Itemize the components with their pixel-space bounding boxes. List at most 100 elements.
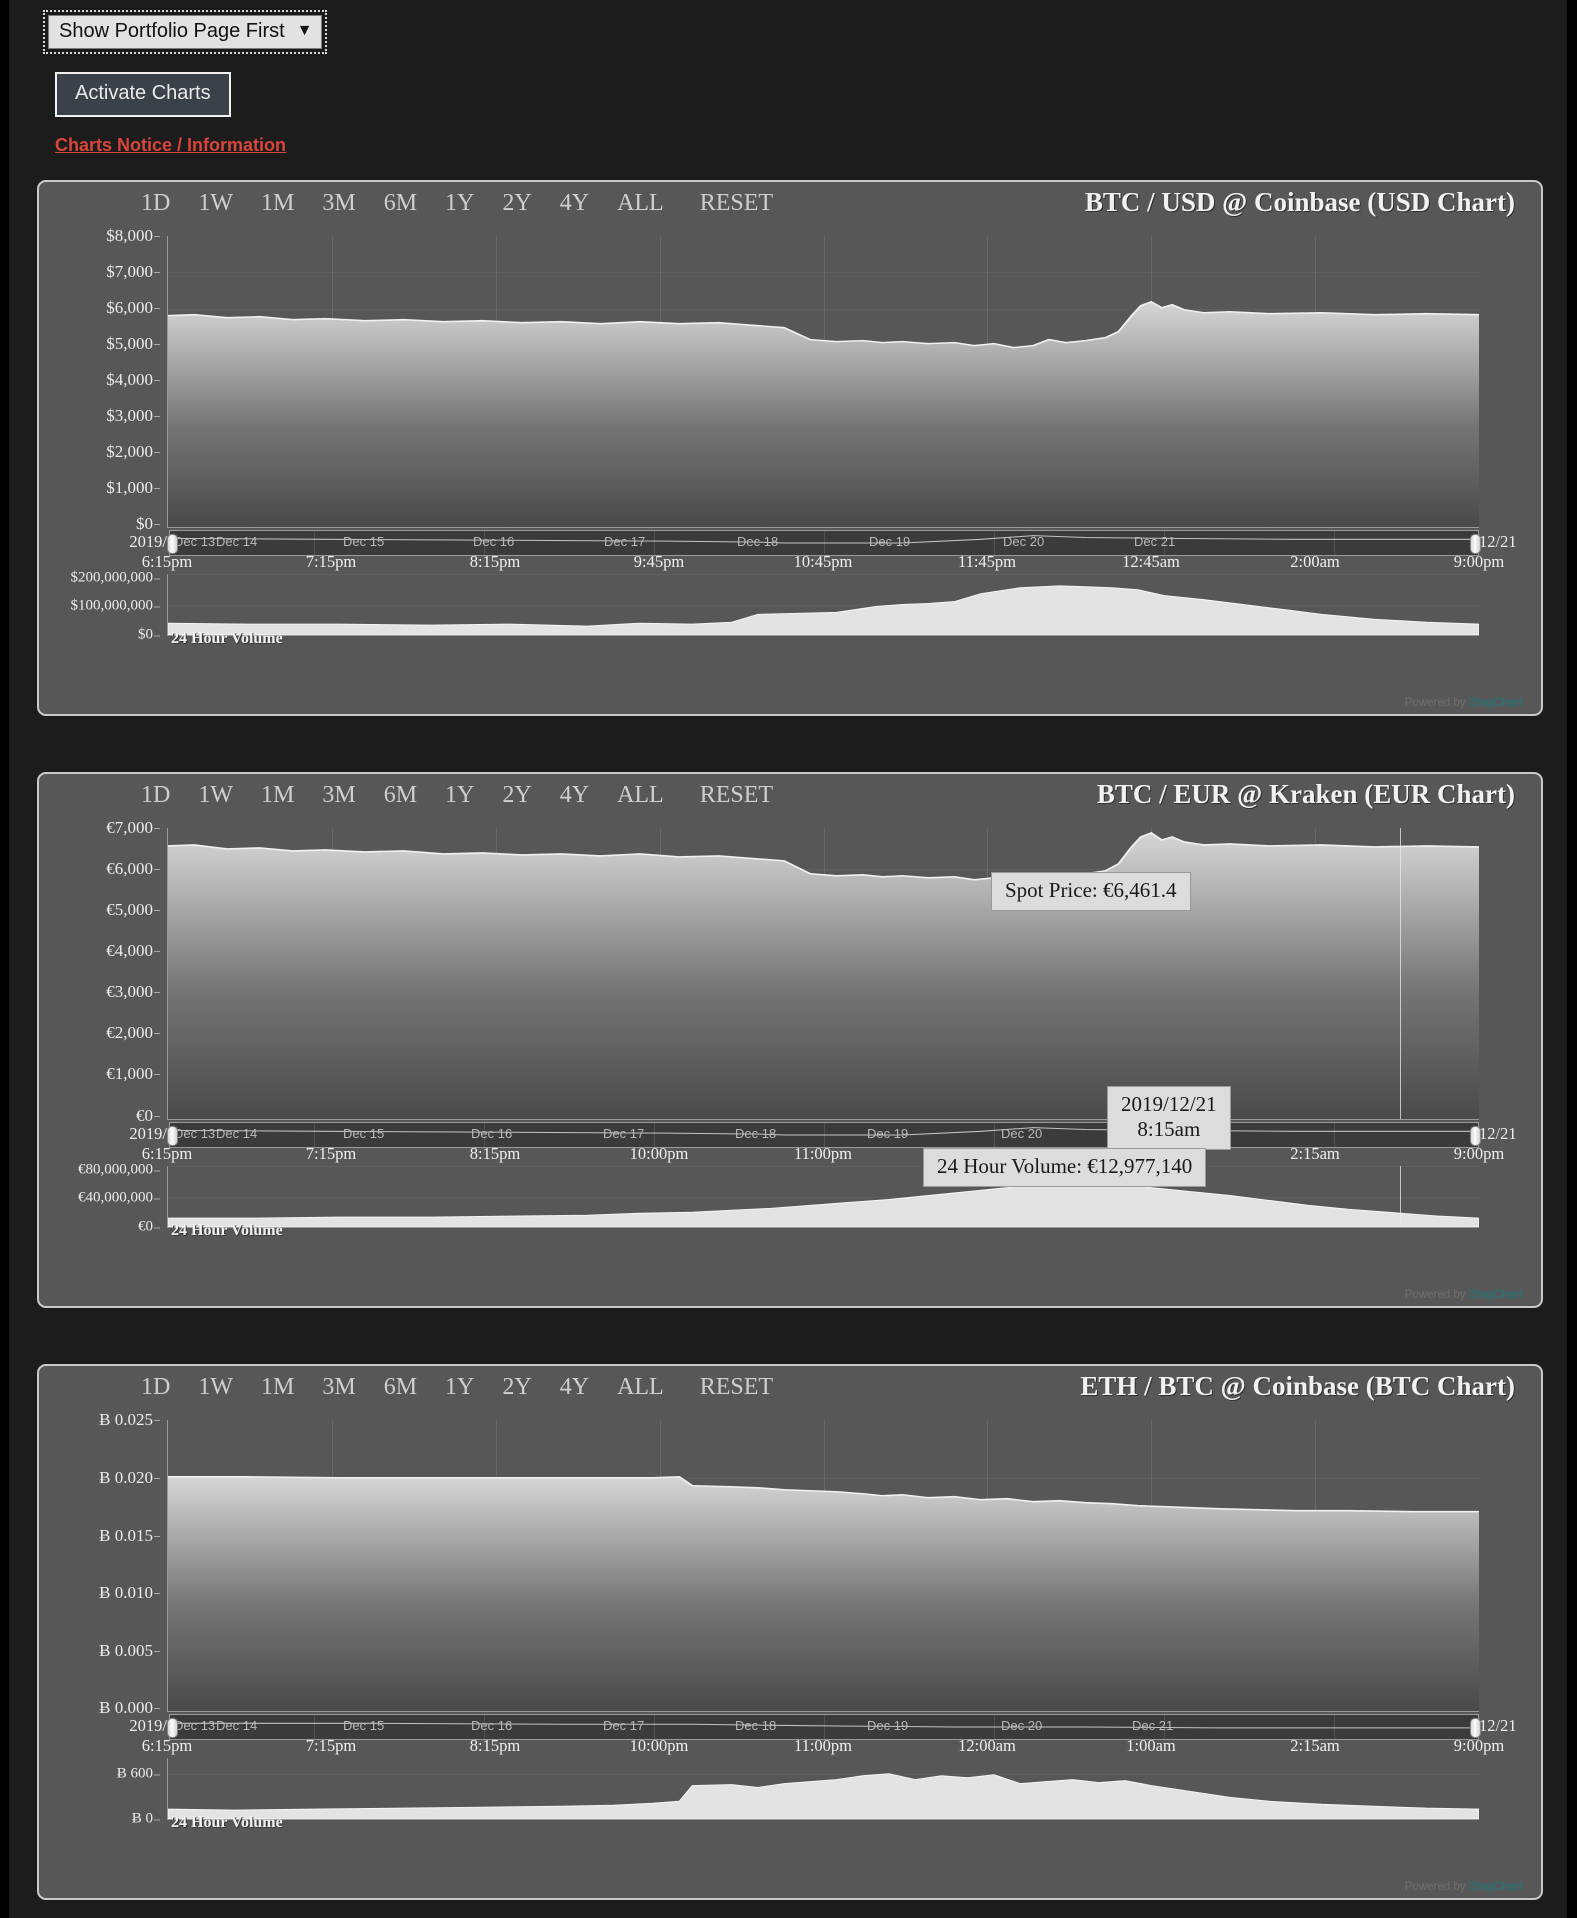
preview-handle-left[interactable] bbox=[167, 1718, 178, 1738]
top-toolbar: Show Portfolio Page First ▼ Activate Cha… bbox=[9, 0, 1567, 156]
range-button-6m[interactable]: 6M bbox=[370, 780, 431, 811]
range-button-reset[interactable]: RESET bbox=[678, 780, 787, 811]
volume-y-tick: €40,000,000 bbox=[78, 1189, 160, 1206]
y-tick: €0 bbox=[136, 1106, 160, 1125]
volume-y-tick: Ƀ 600 bbox=[116, 1765, 161, 1782]
preview-tick: Dec 18 bbox=[737, 534, 779, 549]
preview-handle-right[interactable] bbox=[1470, 1126, 1481, 1146]
preview-tick: Dec 13 bbox=[174, 1126, 216, 1141]
zingchart-credit[interactable]: Powered by ZingChart bbox=[1405, 697, 1523, 709]
activate-charts-button[interactable]: Activate Charts bbox=[55, 72, 231, 117]
credit-prefix: Powered by bbox=[1404, 1289, 1469, 1301]
preview-scrollbar-btc-usd[interactable]: Dec 13 Dec 14 Dec 15 Dec 16 Dec 17 Dec 1… bbox=[167, 530, 1481, 556]
credit-prefix: Powered by bbox=[1404, 1881, 1469, 1893]
portfolio-select-value: Show Portfolio Page First bbox=[59, 20, 285, 42]
preview-handle-left[interactable] bbox=[167, 1126, 178, 1146]
preview-tick: Dec 19 bbox=[869, 534, 911, 549]
range-button-1y[interactable]: 1Y bbox=[431, 188, 488, 219]
range-button-reset[interactable]: RESET bbox=[678, 188, 787, 219]
range-button-2y[interactable]: 2Y bbox=[488, 188, 545, 219]
range-button-4y[interactable]: 4Y bbox=[546, 780, 603, 811]
range-button-1d[interactable]: 1D bbox=[127, 780, 184, 811]
y-axis-eth-btc: Ƀ 0.025 Ƀ 0.020 Ƀ 0.015 Ƀ 0.010 Ƀ 0.005 … bbox=[39, 1410, 161, 1717]
range-button-1m[interactable]: 1M bbox=[247, 188, 308, 219]
y-tick: $5,000 bbox=[106, 334, 160, 353]
y-tick: $2,000 bbox=[106, 442, 160, 461]
preview-scrollbar-eth-btc[interactable]: Dec 13 Dec 14 Dec 15 Dec 16 Dec 17 Dec 1… bbox=[167, 1714, 1481, 1740]
range-button-all[interactable]: ALL bbox=[603, 1372, 678, 1403]
volume-y-axis-btc-usd: $200,000,000 $100,000,000 $0 bbox=[39, 564, 161, 654]
volume-area-btc-eur[interactable] bbox=[167, 1166, 1479, 1228]
range-button-1m[interactable]: 1M bbox=[247, 1372, 308, 1403]
y-axis-btc-usd: $8,000 $7,000 $6,000 $5,000 $4,000 $3,00… bbox=[39, 226, 161, 533]
volume-area-eth-btc[interactable] bbox=[167, 1758, 1479, 1820]
range-button-1w[interactable]: 1W bbox=[184, 188, 247, 219]
volume-pane-eth-btc: Ƀ 600 Ƀ 0 24 Hour Volume bbox=[39, 1748, 1541, 1838]
range-buttons-btc-usd: 1D 1W 1M 3M 6M 1Y 2Y 4Y ALL RESET bbox=[127, 188, 787, 219]
preview-tick: Dec 20 bbox=[1001, 1126, 1043, 1141]
range-button-1m[interactable]: 1M bbox=[247, 780, 308, 811]
range-button-3m[interactable]: 3M bbox=[308, 780, 369, 811]
plot-area-eth-btc[interactable] bbox=[167, 1420, 1479, 1712]
zingchart-credit[interactable]: Powered by ZingChart bbox=[1405, 1881, 1523, 1893]
credit-brand: ZingChart bbox=[1468, 1881, 1523, 1893]
preview-handle-right[interactable] bbox=[1470, 1718, 1481, 1738]
volume-y-tick: $0 bbox=[138, 626, 160, 643]
preview-tick: Dec 18 bbox=[735, 1126, 777, 1141]
range-button-all[interactable]: ALL bbox=[603, 780, 678, 811]
crosshair-line bbox=[1400, 1166, 1402, 1227]
range-button-1d[interactable]: 1D bbox=[127, 1372, 184, 1403]
y-tick: €2,000 bbox=[106, 1023, 160, 1042]
range-button-4y[interactable]: 4Y bbox=[546, 188, 603, 219]
preview-tick: Dec 17 bbox=[603, 1718, 645, 1733]
preview-tick: Dec 20 bbox=[1003, 534, 1045, 549]
range-button-1w[interactable]: 1W bbox=[184, 780, 247, 811]
range-buttons-eth-btc: 1D 1W 1M 3M 6M 1Y 2Y 4Y ALL RESET bbox=[127, 1372, 787, 1403]
range-button-3m[interactable]: 3M bbox=[308, 1372, 369, 1403]
range-button-2y[interactable]: 2Y bbox=[488, 780, 545, 811]
range-button-1w[interactable]: 1W bbox=[184, 1372, 247, 1403]
volume-area-btc-usd[interactable] bbox=[167, 574, 1479, 636]
preview-tick: Dec 16 bbox=[471, 1126, 513, 1141]
y-tick: $4,000 bbox=[106, 370, 160, 389]
preview-tick: Dec 17 bbox=[603, 1126, 645, 1141]
tooltip-date: 2019/12/21 bbox=[1121, 1092, 1217, 1116]
range-button-1y[interactable]: 1Y bbox=[431, 780, 488, 811]
preview-tick: Dec 19 bbox=[867, 1126, 909, 1141]
range-button-6m[interactable]: 6M bbox=[370, 1372, 431, 1403]
y-tick: Ƀ 0.025 bbox=[99, 1410, 160, 1429]
charts-notice-link[interactable]: Charts Notice / Information bbox=[55, 135, 286, 156]
range-button-1y[interactable]: 1Y bbox=[431, 1372, 488, 1403]
volume-series-btc-eur bbox=[168, 1181, 1479, 1227]
volume-y-axis-eth-btc: Ƀ 600 Ƀ 0 bbox=[39, 1748, 161, 1838]
volume-series-eth-btc bbox=[168, 1773, 1479, 1819]
preview-handle-right[interactable] bbox=[1470, 534, 1481, 554]
preview-tick: Dec 14 bbox=[216, 1718, 258, 1733]
chevron-down-icon: ▼ bbox=[296, 22, 313, 40]
tooltip-crosshair-datetime: 2019/12/21 8:15am bbox=[1107, 1086, 1231, 1150]
preview-scrollbar-btc-eur[interactable]: Dec 13 Dec 14 Dec 15 Dec 16 Dec 17 Dec 1… bbox=[167, 1122, 1481, 1148]
portfolio-select[interactable]: Show Portfolio Page First ▼ bbox=[48, 15, 322, 49]
preview-tick: Dec 15 bbox=[343, 1126, 385, 1141]
range-button-4y[interactable]: 4Y bbox=[546, 1372, 603, 1403]
plot-area-btc-usd[interactable] bbox=[167, 236, 1479, 528]
volume-y-tick: Ƀ 0 bbox=[131, 1810, 161, 1827]
volume-pane-btc-usd: $200,000,000 $100,000,000 $0 24 Hour Vol… bbox=[39, 564, 1541, 654]
zingchart-credit[interactable]: Powered by ZingChart bbox=[1405, 1289, 1523, 1301]
range-button-3m[interactable]: 3M bbox=[308, 188, 369, 219]
range-button-6m[interactable]: 6M bbox=[370, 188, 431, 219]
range-button-reset[interactable]: RESET bbox=[678, 1372, 787, 1403]
y-tick: €3,000 bbox=[106, 982, 160, 1001]
preview-tick: Dec 19 bbox=[867, 1718, 909, 1733]
preview-tick: Dec 20 bbox=[1001, 1718, 1043, 1733]
range-button-1d[interactable]: 1D bbox=[127, 188, 184, 219]
chart-header-btc-usd: 1D 1W 1M 3M 6M 1Y 2Y 4Y ALL RESET BTC / … bbox=[39, 182, 1541, 228]
credit-prefix: Powered by bbox=[1404, 697, 1469, 709]
chart-header-btc-eur: 1D 1W 1M 3M 6M 1Y 2Y 4Y ALL RESET BTC / … bbox=[39, 774, 1541, 820]
range-button-all[interactable]: ALL bbox=[603, 188, 678, 219]
range-button-2y[interactable]: 2Y bbox=[488, 1372, 545, 1403]
volume-caption-eth-btc: 24 Hour Volume bbox=[171, 1814, 283, 1831]
preview-handle-left[interactable] bbox=[167, 534, 178, 554]
plot-area-btc-eur[interactable] bbox=[167, 828, 1479, 1120]
preview-tick: Dec 21 bbox=[1132, 1718, 1174, 1733]
